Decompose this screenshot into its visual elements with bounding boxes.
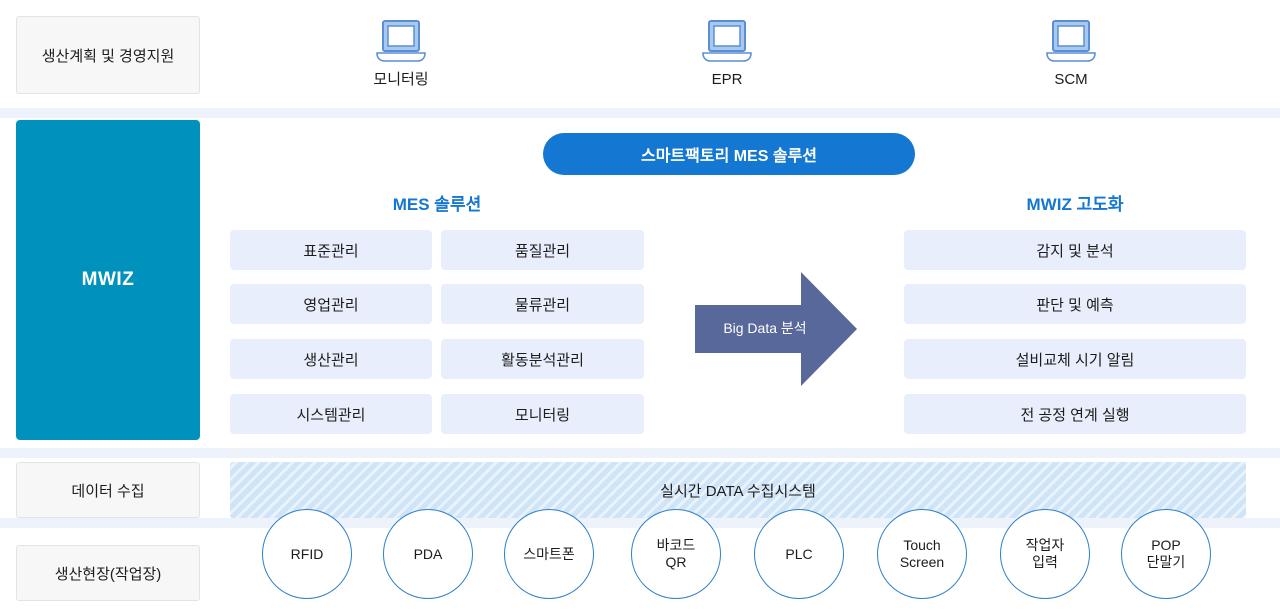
stage-label-production-floor-text: 생산현장(작업장) <box>54 565 162 583</box>
mes-module-box[interactable]: 표준관리 <box>230 230 432 270</box>
advanced-module-box[interactable]: 감지 및 분석 <box>904 230 1246 270</box>
device-circle[interactable]: RFID <box>262 509 352 599</box>
mwiz-brand-block: MWIZ <box>16 120 200 440</box>
stage-label-data-collection: 데이터 수집 <box>16 462 200 518</box>
mes-module-box[interactable]: 활동분석관리 <box>441 339 644 379</box>
stage-label-planning: 생산계획 및 경영지원 <box>16 16 200 94</box>
mes-module-box[interactable]: 품질관리 <box>441 230 644 270</box>
mes-module-label: 모니터링 <box>514 406 571 424</box>
mes-module-label: 물류관리 <box>514 296 571 314</box>
mes-module-label: 시스템관리 <box>296 406 366 424</box>
advanced-module-label: 설비교체 시기 알림 <box>1015 351 1135 369</box>
mes-module-label: 생산관리 <box>303 351 359 369</box>
mes-column-heading: MES 솔루션 <box>392 195 482 214</box>
device-circle-label: 스마트폰 <box>523 545 575 562</box>
device-circle-label: 바코드 QR <box>656 537 696 570</box>
mes-module-label: 영업관리 <box>303 296 359 314</box>
laptop-icon <box>376 20 426 62</box>
device-circle-label: RFID <box>290 545 324 562</box>
laptop-icon <box>1046 20 1096 62</box>
smart-factory-banner: 스마트팩토리 MES 솔루션 <box>543 133 915 175</box>
system-node-monitoring-label: 모니터링 <box>373 71 429 88</box>
big-data-arrow <box>695 272 857 386</box>
device-circle[interactable]: 바코드 QR <box>631 509 721 599</box>
advanced-module-box[interactable]: 판단 및 예측 <box>904 284 1246 324</box>
smart-factory-banner-label: 스마트팩토리 MES 솔루션 <box>640 148 818 165</box>
mes-module-box[interactable]: 영업관리 <box>230 284 432 324</box>
mes-module-box[interactable]: 시스템관리 <box>230 394 432 434</box>
mes-module-box[interactable]: 생산관리 <box>230 339 432 379</box>
mes-module-box[interactable]: 모니터링 <box>441 394 644 434</box>
system-node-epr-label: EPR <box>711 71 743 88</box>
device-circle[interactable]: PLC <box>754 509 844 599</box>
system-node-scm-label: SCM <box>1054 71 1088 88</box>
mes-module-label: 품질관리 <box>514 242 571 260</box>
mes-module-label: 표준관리 <box>303 242 359 260</box>
device-circle[interactable]: POP 단말기 <box>1121 509 1211 599</box>
system-node-scm: SCM <box>1001 18 1141 90</box>
advanced-module-box[interactable]: 전 공정 연계 실행 <box>904 394 1246 434</box>
device-circle-label: 작업자 입력 <box>1025 537 1065 570</box>
mes-module-label: 활동분석관리 <box>501 351 584 369</box>
device-circle[interactable]: 작업자 입력 <box>1000 509 1090 599</box>
device-circle[interactable]: Touch Screen <box>877 509 967 599</box>
laptop-icon <box>702 20 752 62</box>
mes-module-box[interactable]: 물류관리 <box>441 284 644 324</box>
device-circle-label: PLC <box>785 545 813 562</box>
device-circle[interactable]: 스마트폰 <box>504 509 594 599</box>
device-circle-label: PDA <box>413 545 443 562</box>
device-circle-label: POP 단말기 <box>1146 537 1186 570</box>
advanced-module-label: 전 공정 연계 실행 <box>1020 406 1130 424</box>
row-divider-middle <box>0 448 1280 458</box>
stage-label-planning-text: 생산계획 및 경영지원 <box>41 47 175 65</box>
advanced-module-box[interactable]: 설비교체 시기 알림 <box>904 339 1246 379</box>
advanced-module-label: 판단 및 예측 <box>1036 296 1114 314</box>
device-circle-label: Touch Screen <box>899 537 945 570</box>
system-node-epr: EPR <box>657 18 797 90</box>
arrow-right-icon <box>695 272 857 386</box>
stage-label-production-floor: 생산현장(작업장) <box>16 545 200 601</box>
advanced-module-label: 감지 및 분석 <box>1036 242 1114 260</box>
advanced-column-heading: MWIZ 고도화 <box>1026 195 1124 214</box>
stage-label-data-collection-text: 데이터 수집 <box>71 482 145 500</box>
realtime-data-collection-label: 실시간 DATA 수집시스템 <box>660 482 816 500</box>
mwiz-brand-label: MWIZ <box>81 269 135 290</box>
system-node-monitoring: 모니터링 <box>331 18 471 90</box>
device-circle[interactable]: PDA <box>383 509 473 599</box>
row-divider-top <box>0 108 1280 118</box>
realtime-data-collection-bar: 실시간 DATA 수집시스템 <box>230 462 1246 518</box>
